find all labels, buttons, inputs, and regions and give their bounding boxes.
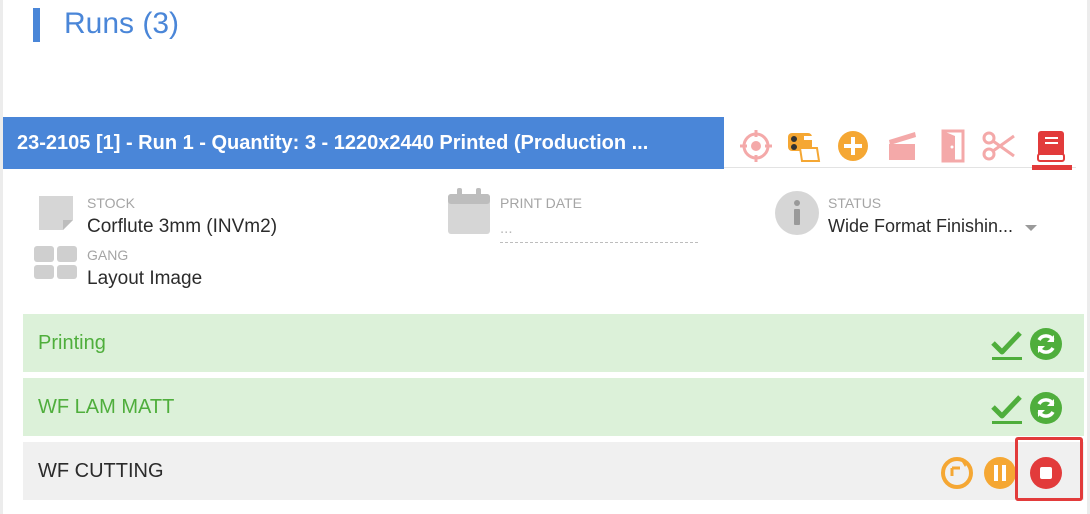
add-circle-icon[interactable] (835, 128, 871, 164)
stage-row: WF CUTTING (23, 442, 1084, 500)
gang-icon (34, 244, 78, 287)
target-icon[interactable] (738, 128, 774, 164)
stage-name: WF CUTTING (38, 460, 164, 482)
door-icon[interactable] (935, 128, 971, 164)
status-value: Wide Format Finishin... (828, 216, 1014, 236)
clapper-icon[interactable] (885, 128, 921, 164)
stage-row: WF LAM MATT (23, 378, 1084, 436)
printer-stock-icon[interactable] (785, 128, 821, 164)
toolbar-active-indicator (1032, 165, 1072, 170)
info-icon (774, 190, 820, 241)
gang-value: Layout Image (87, 268, 203, 289)
stop-button-highlight (1015, 437, 1083, 501)
status-dropdown[interactable]: Wide Format Finishin... (828, 216, 1040, 242)
print-date-label: PRINT DATE (500, 195, 582, 211)
chevron-down-icon (1025, 225, 1037, 231)
stock-icon (36, 193, 76, 238)
book-icon[interactable] (1033, 128, 1069, 164)
gang-label: GANG (87, 247, 129, 263)
scissors-icon[interactable] (981, 128, 1017, 164)
refresh-icon[interactable] (1029, 326, 1063, 384)
title-accent-bar (33, 8, 40, 42)
stage-name: WF LAM MATT (38, 396, 175, 418)
check-icon[interactable] (990, 327, 1024, 385)
section-title: Runs (3) (64, 7, 180, 40)
run-header[interactable]: 23-2105 [1] - Run 1 - Quantity: 3 - 1220… (3, 117, 724, 169)
stage-row: Printing (23, 314, 1084, 372)
stage-name: Printing (38, 332, 106, 354)
status-label: STATUS (828, 195, 882, 211)
pause-icon[interactable] (983, 455, 1017, 513)
toolbar-underline (724, 167, 1076, 168)
panel-left-border (0, 0, 3, 514)
print-date-input[interactable]: ... (500, 220, 698, 243)
calendar-icon (448, 188, 490, 241)
stock-value: Corflute 3mm (INVm2) (87, 216, 278, 237)
stock-label: STOCK (87, 195, 135, 211)
clock-icon[interactable] (940, 455, 974, 513)
